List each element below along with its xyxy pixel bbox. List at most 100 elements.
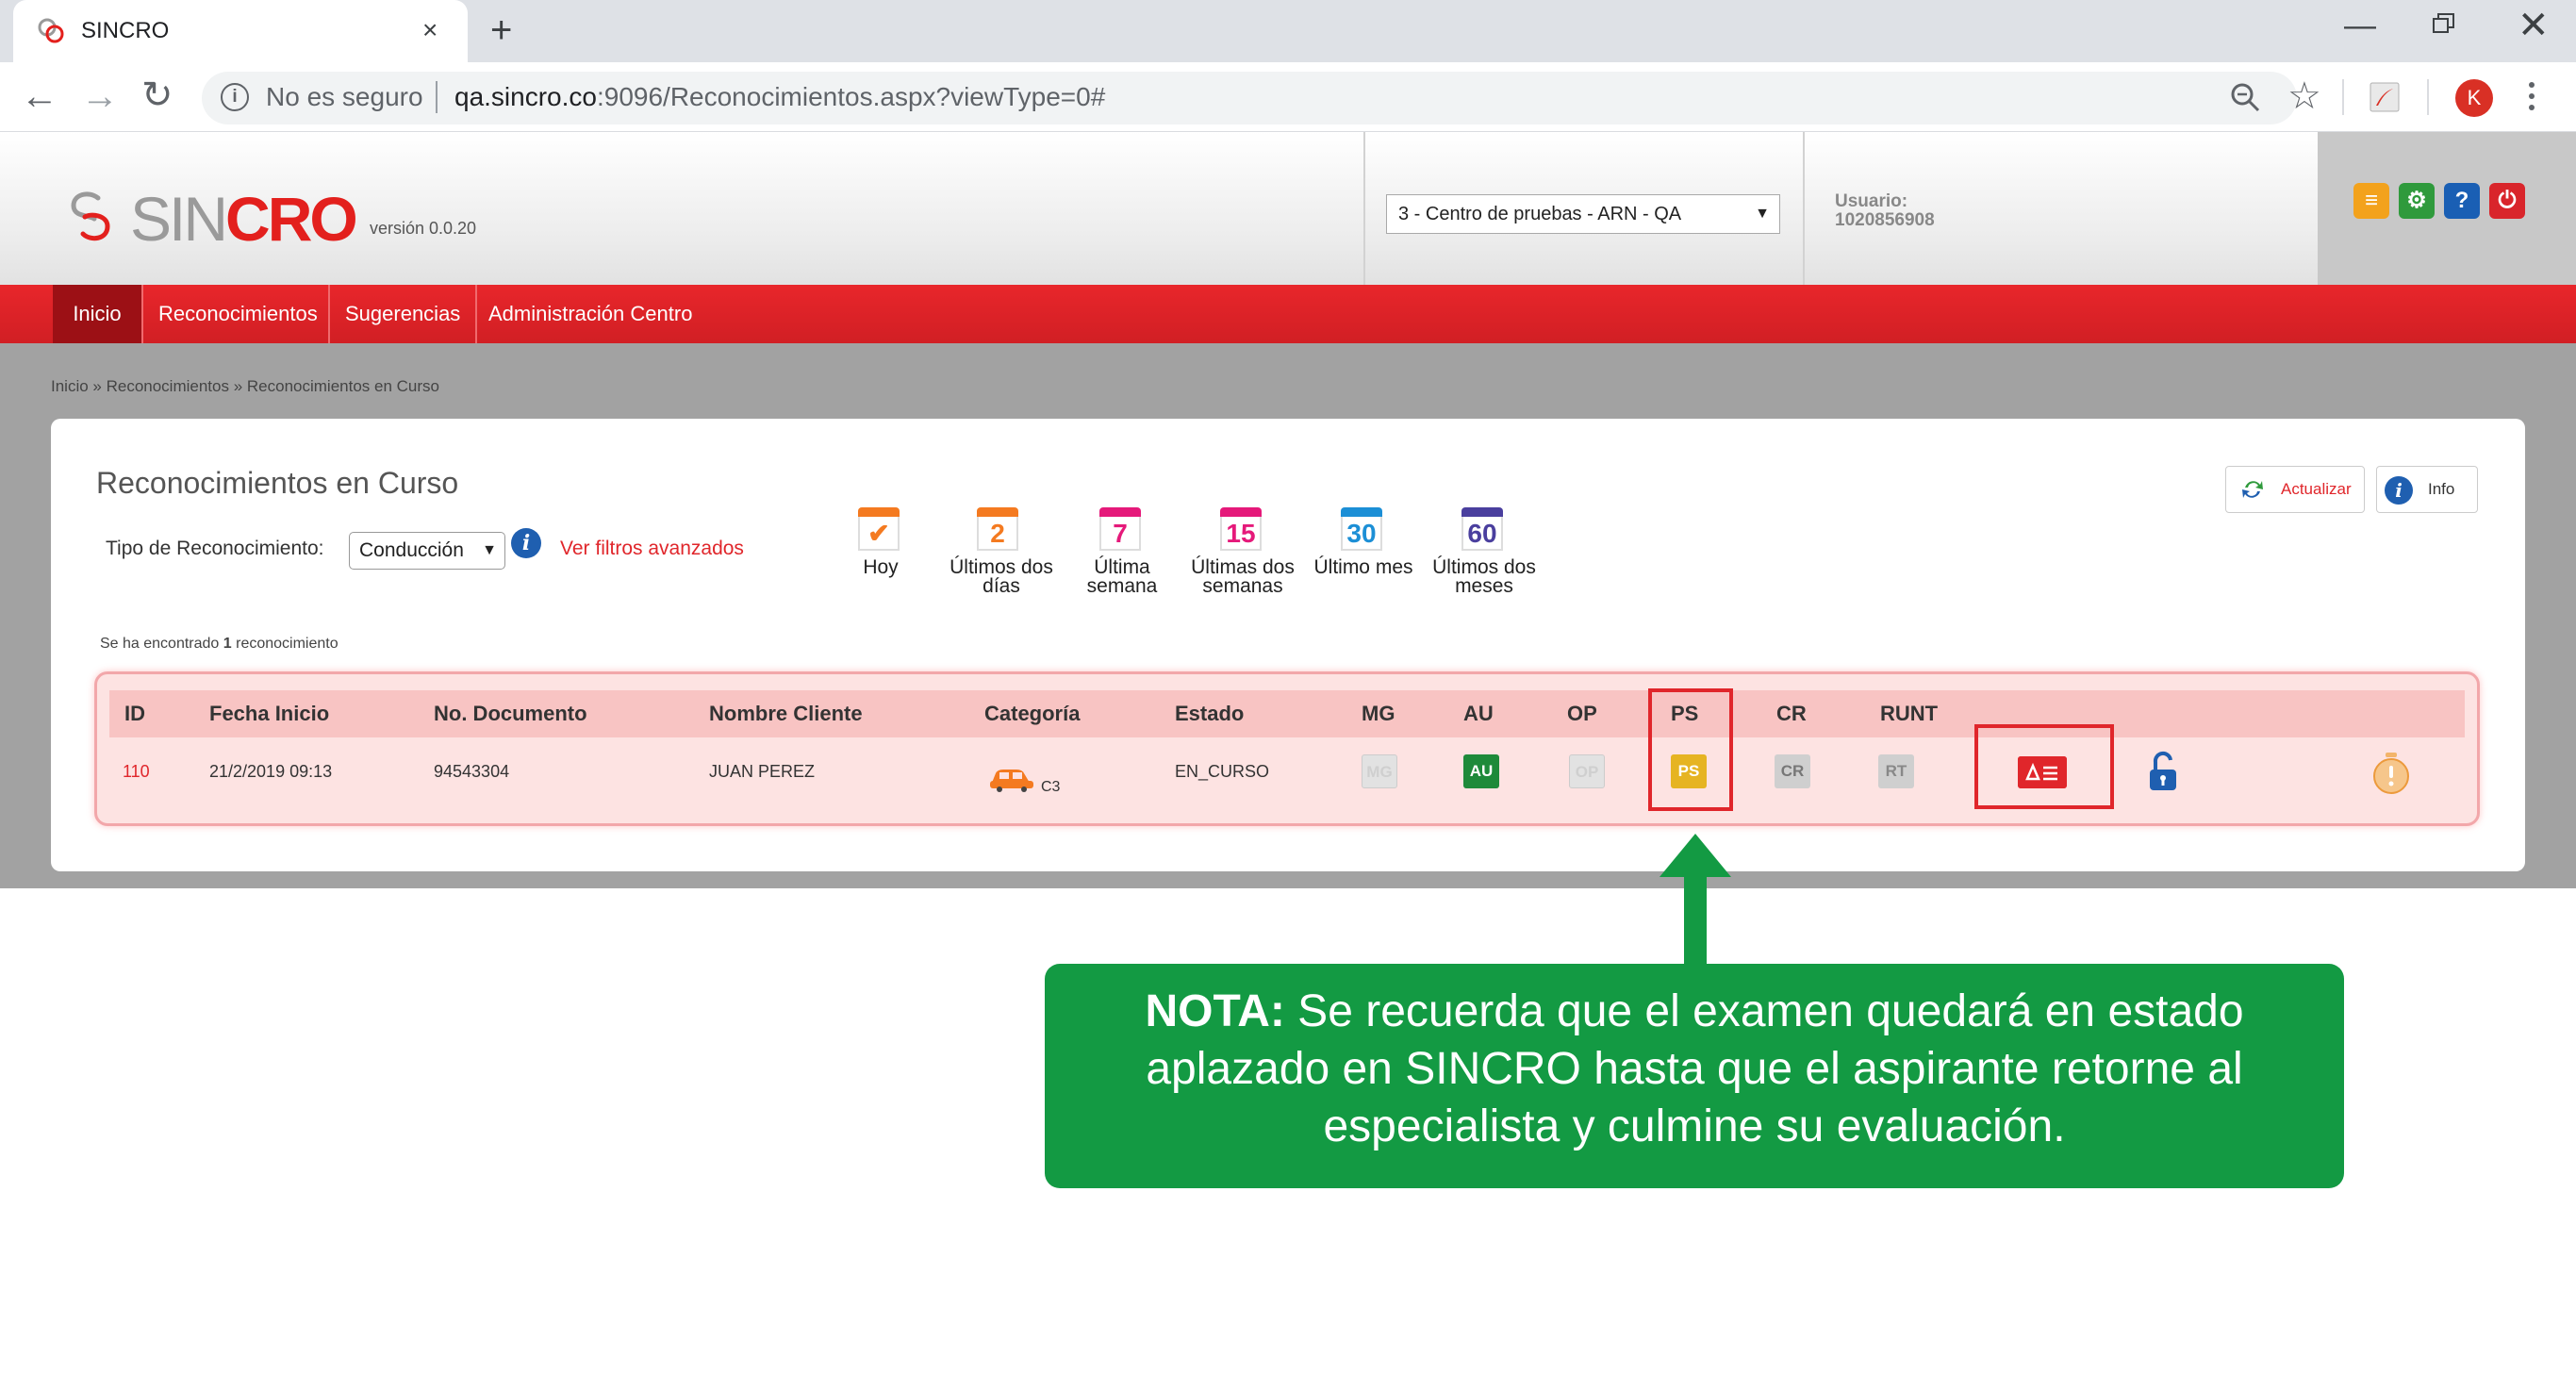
document-icon[interactable]: ≡ bbox=[2353, 183, 2389, 219]
window-restore-icon[interactable] bbox=[2433, 13, 2455, 34]
timer-alert-icon[interactable] bbox=[2370, 751, 2412, 796]
logout-power-icon[interactable]: ⏻ bbox=[2489, 183, 2525, 219]
info-icon[interactable]: i bbox=[511, 528, 541, 558]
tipo-label: Tipo de Reconocimiento: bbox=[106, 538, 324, 559]
status-cr-button[interactable]: CR bbox=[1775, 754, 1810, 788]
tipo-select-value: Conducción bbox=[359, 539, 464, 561]
info-icon: i bbox=[2385, 476, 2413, 505]
calendar-top bbox=[858, 507, 900, 517]
calendar-number: 30 bbox=[1341, 517, 1382, 551]
filter-dos-semanas-calendar-icon[interactable]: 15 bbox=[1220, 507, 1262, 551]
pointer-arrow bbox=[1660, 834, 1731, 966]
pdf-extension-icon[interactable] bbox=[2369, 81, 2401, 113]
cell-cliente: JUAN PEREZ bbox=[709, 762, 816, 781]
status-au-button[interactable]: AU bbox=[1463, 754, 1499, 788]
filter-label[interactable]: Últimos dos días bbox=[935, 557, 1067, 596]
url-separator bbox=[436, 81, 438, 113]
profile-avatar[interactable]: K bbox=[2455, 79, 2493, 117]
th-nombre-cliente[interactable]: Nombre Cliente bbox=[709, 702, 863, 726]
status-op-button[interactable]: OP bbox=[1569, 754, 1605, 788]
status-runt-button[interactable]: RT bbox=[1878, 754, 1914, 788]
window-close-icon[interactable]: ✕ bbox=[2518, 4, 2550, 47]
calendar-number: 15 bbox=[1220, 517, 1262, 551]
sincro-logo-icon bbox=[71, 191, 110, 241]
zoom-icon[interactable] bbox=[2227, 79, 2265, 117]
dropdown-arrow-icon: ▼ bbox=[482, 542, 497, 558]
settings-icon[interactable]: ⚙ bbox=[2399, 183, 2435, 219]
forward-arrow-icon[interactable]: → bbox=[81, 75, 119, 118]
filter-mes-calendar-icon[interactable]: 30 bbox=[1341, 507, 1382, 551]
th-categoria[interactable]: Categoría bbox=[984, 702, 1080, 726]
breadcrumb[interactable]: Inicio » Reconocimientos » Reconocimient… bbox=[51, 377, 439, 396]
url-path: :9096/Reconocimientos.aspx?viewType=0# bbox=[596, 82, 1106, 111]
ps-highlight-frame bbox=[1648, 688, 1733, 811]
url-host: qa.sincro.co bbox=[454, 82, 597, 111]
header-divider bbox=[1363, 132, 1365, 285]
unlock-icon[interactable] bbox=[2146, 751, 2180, 792]
user-id: 1020856908 bbox=[1835, 210, 1935, 230]
filter-hoy-calendar-icon[interactable]: ✔ bbox=[858, 507, 900, 551]
browser-menu-icon[interactable] bbox=[2527, 79, 2536, 117]
cell-categoria: C3 bbox=[1041, 779, 1061, 795]
nav-item-inicio[interactable]: Inicio bbox=[53, 285, 143, 343]
th-no-documento[interactable]: No. Documento bbox=[434, 702, 587, 726]
filter-label[interactable]: Últimas dos semanas bbox=[1177, 557, 1309, 596]
found-prefix: Se ha encontrado bbox=[100, 636, 223, 652]
th-op: OP bbox=[1567, 702, 1597, 725]
nav-item-reconocimientos[interactable]: Reconocimientos bbox=[143, 285, 330, 343]
nav-item-sugerencias[interactable]: Sugerencias bbox=[330, 285, 478, 343]
calendar-top bbox=[1220, 507, 1262, 517]
user-label: Usuario: bbox=[1835, 191, 1908, 211]
tab-close-icon[interactable]: × bbox=[422, 13, 438, 47]
site-logo[interactable]: SINCRO bbox=[130, 181, 358, 257]
note-text: NOTA: Se recuerda que el examen quedará … bbox=[1065, 983, 2323, 1155]
calendar-top bbox=[1099, 507, 1141, 517]
site-info-icon[interactable]: i bbox=[221, 83, 249, 111]
help-icon[interactable]: ? bbox=[2444, 183, 2480, 219]
info-button[interactable]: i Info bbox=[2376, 466, 2478, 513]
filter-2-dias-calendar-icon[interactable]: 2 bbox=[977, 507, 1018, 551]
logo-cro: CRO bbox=[225, 184, 358, 254]
cell-fecha: 21/2/2019 09:13 bbox=[209, 762, 333, 781]
center-select-value: 3 - Centro de pruebas - ARN - QA bbox=[1398, 204, 1682, 224]
th-estado[interactable]: Estado bbox=[1175, 702, 1244, 726]
status-mg-button[interactable]: MG bbox=[1362, 754, 1397, 788]
refresh-button[interactable]: Actualizar bbox=[2225, 466, 2365, 513]
found-count: 1 bbox=[223, 636, 232, 652]
reload-icon[interactable]: ↻ bbox=[141, 74, 173, 117]
cell-id[interactable]: 110 bbox=[123, 762, 150, 782]
cell-documento: 94543304 bbox=[434, 762, 510, 781]
advanced-filters-link[interactable]: Ver filtros avanzados bbox=[560, 538, 744, 560]
filter-label[interactable]: Últimos dos meses bbox=[1418, 557, 1550, 596]
filter-dos-meses-calendar-icon[interactable]: 60 bbox=[1461, 507, 1503, 551]
postpone-exam-icon[interactable] bbox=[2018, 756, 2067, 788]
calendar-number: ✔ bbox=[858, 517, 900, 551]
center-select[interactable]: 3 - Centro de pruebas - ARN - QA ▼ bbox=[1386, 194, 1780, 234]
th-id[interactable]: ID bbox=[124, 702, 145, 726]
calendar-number: 2 bbox=[977, 517, 1018, 551]
page-title: Reconocimientos en Curso bbox=[96, 466, 459, 500]
tipo-select[interactable]: Conducción ▼ bbox=[349, 532, 505, 570]
new-tab-icon[interactable]: + bbox=[490, 9, 512, 51]
window-minimize-icon[interactable]: — bbox=[2344, 8, 2376, 44]
filter-semana-calendar-icon[interactable]: 7 bbox=[1099, 507, 1141, 551]
refresh-label: Actualizar bbox=[2281, 480, 2352, 498]
version-label: versión 0.0.20 bbox=[370, 219, 477, 238]
url-text[interactable]: qa.sincro.co:9096/Reconocimientos.aspx?v… bbox=[454, 81, 1105, 113]
security-label[interactable]: No es seguro bbox=[266, 81, 423, 113]
filter-label[interactable]: Hoy bbox=[815, 557, 947, 577]
nav-item-administracion-centro[interactable]: Administración Centro bbox=[473, 285, 707, 343]
car-icon bbox=[990, 770, 1033, 792]
cell-estado: EN_CURSO bbox=[1175, 762, 1270, 781]
back-arrow-icon[interactable]: ← bbox=[21, 75, 58, 118]
note-body: Se recuerda que el examen quedará en est… bbox=[1146, 986, 2244, 1151]
th-fecha-inicio[interactable]: Fecha Inicio bbox=[209, 702, 329, 726]
filter-label[interactable]: Último mes bbox=[1297, 557, 1429, 577]
sincro-favicon-icon bbox=[38, 18, 64, 43]
bookmark-star-icon[interactable]: ☆ bbox=[2287, 75, 2321, 117]
calendar-number: 7 bbox=[1099, 517, 1141, 551]
filter-label[interactable]: Última semana bbox=[1056, 557, 1188, 596]
th-cr: CR bbox=[1776, 702, 1807, 725]
refresh-icon bbox=[2242, 481, 2263, 498]
site-header bbox=[0, 132, 2576, 285]
